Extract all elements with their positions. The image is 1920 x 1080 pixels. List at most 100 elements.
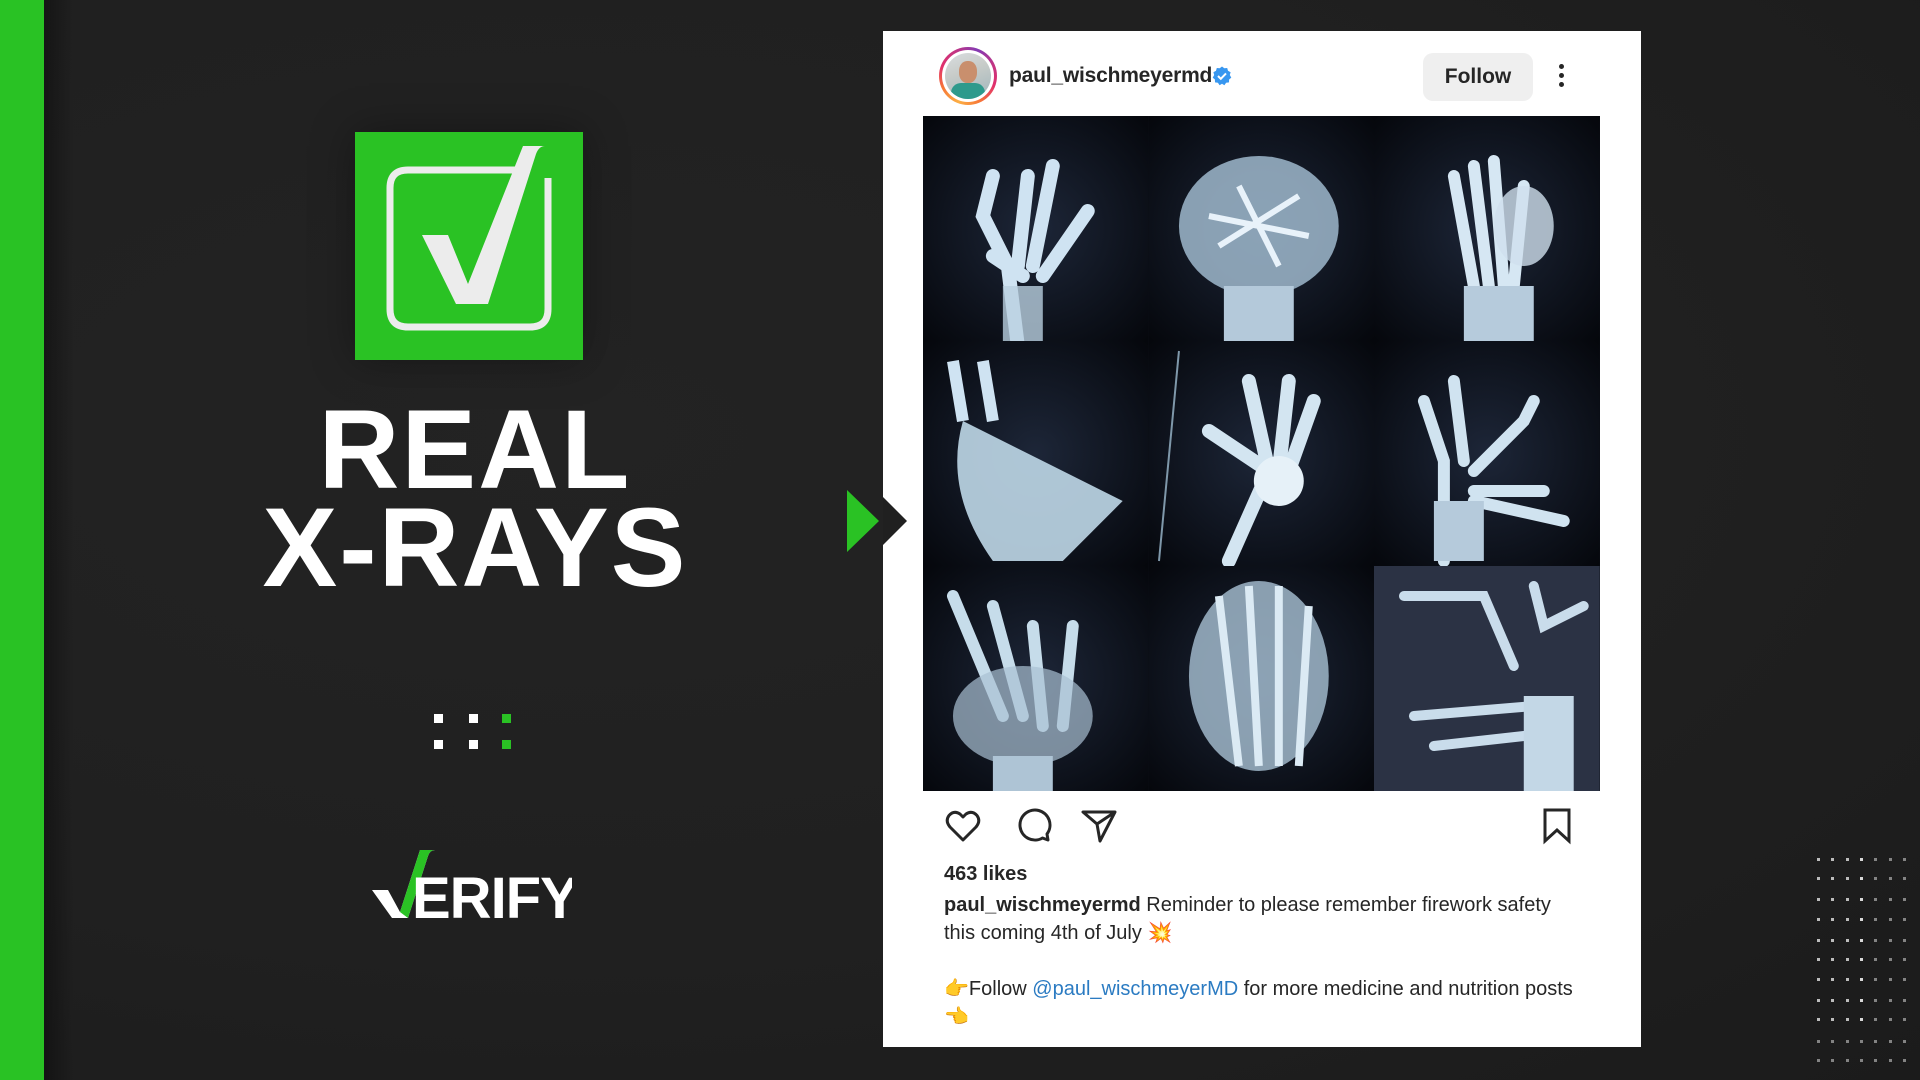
grid-dot [1831,958,1835,961]
caption-tail-text: for more medicine and nutrition posts [1238,978,1573,1000]
caption-follow-text: Follow [968,978,1033,1000]
grid-dot [1874,999,1878,1002]
x-ray-tile [1374,341,1600,566]
x-ray-tile [923,116,1149,341]
pager-dot-active [502,740,511,749]
caption-mention-link[interactable]: @paul_wischmeyerMD [1032,978,1238,1000]
grid-dot [1902,958,1906,961]
grid-dot [1845,858,1849,861]
grid-dot [1845,939,1849,942]
pointing-left-emoji: 👈 [944,1006,969,1028]
grid-dot [1859,1018,1863,1021]
grid-dot [1845,898,1849,901]
x-ray-tile [1148,116,1375,341]
heart-icon[interactable] [944,807,982,845]
grid-dot [1831,1018,1835,1021]
send-icon[interactable] [1080,807,1118,845]
grid-dot [1831,999,1835,1002]
likes-count[interactable]: 463 likes [944,863,1027,886]
grid-dot [1888,1040,1892,1043]
pointing-right-emoji: 👉 [944,978,969,1000]
grid-dot [1888,1018,1892,1021]
grid-dot [1874,858,1878,861]
grid-dot [1831,898,1835,901]
grid-dot [1859,939,1863,942]
grid-dot [1817,918,1820,921]
grid-dot [1888,978,1892,981]
x-ray-tile [1148,341,1375,566]
grid-dot [1831,978,1835,981]
grid-dot [1902,978,1906,981]
post-image[interactable] [923,116,1600,791]
x-ray-tile [1148,566,1375,791]
grid-dot [1845,958,1849,961]
grid-dot [1874,918,1878,921]
grid-dot [1902,1059,1906,1062]
grid-dot [1859,918,1863,921]
grid-dot [1888,958,1892,961]
grid-dot [1902,1018,1906,1021]
grid-dot [1817,999,1820,1002]
brand-accent-bar [0,0,74,1080]
grid-dot [1902,999,1906,1002]
grid-dot [1817,858,1820,861]
card-notch [883,497,907,545]
grid-dot [1902,898,1906,901]
more-vertical-icon[interactable] [1559,64,1564,90]
grid-dot [1888,939,1892,942]
grid-dot [1888,877,1892,880]
grid-dot [1874,1018,1878,1021]
grid-dot [1831,1040,1835,1043]
grid-dot [1902,918,1906,921]
pager-dot [434,740,443,749]
grid-dot [1831,939,1835,942]
x-ray-tile [1374,116,1600,341]
checkbox-check-icon [355,132,583,360]
x-ray-tile [1374,566,1600,791]
pager-dot-active [502,714,511,723]
grid-dot [1888,898,1892,901]
caption-author[interactable]: paul_wischmeyermd [944,894,1141,916]
grid-dot [1874,978,1878,981]
avatar[interactable] [939,47,997,105]
grid-dot [1845,918,1849,921]
grid-dot [1874,1040,1878,1043]
grid-dot [1859,958,1863,961]
grid-dot [1817,1040,1820,1043]
grid-dot [1888,918,1892,921]
follow-button[interactable]: Follow [1423,53,1533,101]
verify-logo: ERIFY [372,850,579,931]
grid-dot [1845,999,1849,1002]
grid-dot [1902,939,1906,942]
grid-dot [1888,999,1892,1002]
grid-dot [1874,877,1878,880]
grid-dot [1874,939,1878,942]
grid-dot [1817,958,1820,961]
x-ray-tile [923,566,1149,791]
verdict-headline-line2: X-RAYS [262,485,688,610]
explosion-emoji: 💥 [1147,922,1173,944]
grid-dot [1845,1018,1849,1021]
grid-dot [1831,918,1835,921]
pointer-arrow-icon [847,490,879,552]
post-caption: paul_wischmeyermd Reminder to please rem… [944,891,1584,1031]
grid-dot [1831,1059,1835,1062]
grid-dot [1817,877,1820,880]
post-username[interactable]: paul_wischmeyermd [1009,64,1212,88]
grid-dot [1845,978,1849,981]
bookmark-icon[interactable] [1538,807,1576,845]
grid-dot [1817,898,1820,901]
decorative-dot-grid [1817,858,1909,1068]
grid-dot [1845,877,1849,880]
grid-dot [1831,858,1835,861]
grid-dot [1859,877,1863,880]
pager-dot [434,714,443,723]
verified-badge-icon [1212,66,1232,86]
grid-dot [1859,999,1863,1002]
grid-dot [1817,1059,1820,1062]
comment-icon[interactable] [1014,807,1052,845]
grid-dot [1902,858,1906,861]
grid-dot [1845,1059,1849,1062]
grid-dot [1874,958,1878,961]
post-actions [883,801,1641,851]
